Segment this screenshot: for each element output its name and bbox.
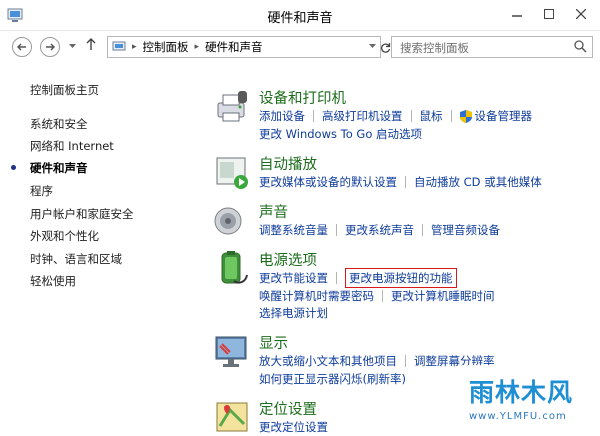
link-change-sleep-time[interactable]: 更改计算机睡眠时间 bbox=[391, 288, 495, 304]
refresh-icon bbox=[380, 42, 390, 53]
nav-appearance[interactable]: 外观和个性化 bbox=[30, 228, 99, 244]
battery-icon[interactable] bbox=[214, 251, 250, 287]
address-dropdown[interactable] bbox=[369, 42, 376, 51]
breadcrumb-control-panel[interactable]: 控制面板 bbox=[143, 39, 189, 55]
nav-programs[interactable]: 程序 bbox=[30, 183, 53, 199]
link-mouse[interactable]: 鼠标 bbox=[420, 108, 443, 124]
breadcrumb-separator: ▸ bbox=[194, 42, 200, 52]
section-title-power-options[interactable]: 电源选项 bbox=[259, 249, 317, 270]
speaker-icon[interactable] bbox=[214, 203, 250, 239]
section-title-autoplay[interactable]: 自动播放 bbox=[259, 153, 317, 174]
link-separator bbox=[422, 224, 423, 236]
link-separator bbox=[382, 290, 383, 302]
link-change-system-sounds[interactable]: 更改系统声音 bbox=[345, 222, 414, 238]
link-change-media-defaults[interactable]: 更改媒体或设备的默认设置 bbox=[259, 174, 397, 190]
link-advanced-printer-settings[interactable]: 高级打印机设置 bbox=[322, 108, 403, 124]
search-box[interactable] bbox=[391, 36, 593, 58]
arrow-left-icon bbox=[17, 43, 26, 51]
monitor-icon[interactable] bbox=[214, 334, 250, 370]
nav-user-accounts[interactable]: 用户帐户和家庭安全 bbox=[30, 206, 134, 222]
link-change-location-settings[interactable]: 更改定位设置 bbox=[259, 419, 328, 435]
back-button[interactable] bbox=[12, 37, 32, 57]
nav-network-internet[interactable]: 网络和 Internet bbox=[30, 138, 114, 154]
link-autoplay-cd[interactable]: 自动播放 CD 或其他媒体 bbox=[414, 174, 542, 190]
search-icon bbox=[574, 40, 587, 53]
breadcrumb-separator: ▸ bbox=[132, 42, 137, 52]
forward-button[interactable] bbox=[40, 37, 60, 57]
maximize-button[interactable] bbox=[534, 3, 564, 25]
link-separator bbox=[336, 272, 337, 284]
nav-clock-language-region[interactable]: 时钟、语言和区域 bbox=[30, 251, 122, 267]
nav-ease-of-access[interactable]: 轻松使用 bbox=[30, 273, 76, 289]
link-adjust-volume[interactable]: 调整系统音量 bbox=[259, 222, 328, 238]
section-title-devices-printers[interactable]: 设备和打印机 bbox=[259, 87, 346, 108]
active-indicator bbox=[11, 165, 16, 170]
minimize-button[interactable] bbox=[502, 3, 532, 25]
arrow-right-icon bbox=[46, 43, 55, 51]
title-bar: 硬件和声音 bbox=[0, 0, 600, 31]
close-button[interactable] bbox=[566, 3, 596, 25]
chevron-down-icon bbox=[69, 44, 76, 48]
breadcrumb-hardware-sound[interactable]: 硬件和声音 bbox=[205, 39, 263, 55]
link-separator bbox=[410, 110, 412, 122]
link-separator bbox=[405, 176, 406, 188]
minimize-icon bbox=[512, 15, 522, 17]
link-add-device[interactable]: 添加设备 bbox=[259, 108, 305, 124]
link-separator bbox=[336, 224, 337, 236]
address-bar[interactable]: ▸ 控制面板 ▸ 硬件和声音 bbox=[107, 36, 381, 58]
watermark-brand: 雨林木风 bbox=[469, 378, 574, 407]
close-icon bbox=[576, 9, 586, 19]
link-choose-power-plan[interactable]: 选择电源计划 bbox=[259, 305, 328, 321]
maximize-icon bbox=[544, 9, 554, 19]
watermark-url: www.YLMFU.com bbox=[469, 411, 567, 422]
recent-locations-dropdown[interactable] bbox=[69, 42, 76, 51]
section-title-location-settings[interactable]: 定位设置 bbox=[259, 398, 317, 419]
link-separator bbox=[313, 110, 314, 122]
search-input[interactable] bbox=[398, 38, 572, 58]
link-device-manager[interactable]: 设备管理器 bbox=[475, 108, 533, 124]
link-resize-text[interactable]: 放大或缩小文本和其他项目 bbox=[259, 353, 397, 369]
link-manage-audio-devices[interactable]: 管理音频设备 bbox=[431, 222, 500, 238]
link-change-power-saving[interactable]: 更改节能设置 bbox=[259, 270, 328, 286]
site-watermark: 雨林木风 www.YLMFU.com bbox=[459, 365, 600, 436]
section-title-display[interactable]: 显示 bbox=[259, 332, 288, 353]
nav-hardware-sound[interactable]: 硬件和声音 bbox=[30, 160, 88, 176]
section-title-sound[interactable]: 声音 bbox=[259, 201, 288, 222]
link-windows-to-go[interactable]: 更改 Windows To Go 启动选项 bbox=[259, 126, 422, 142]
link-change-power-button[interactable]: 更改电源按钮的功能 bbox=[345, 268, 457, 288]
autoplay-icon[interactable] bbox=[214, 155, 250, 191]
control-panel-small-icon bbox=[112, 41, 126, 51]
printer-icon[interactable] bbox=[214, 89, 250, 125]
nav-control-panel-home[interactable]: 控制面板主页 bbox=[30, 82, 99, 98]
uac-shield-icon bbox=[459, 109, 472, 123]
link-fix-flicker[interactable]: 如何更正显示器闪烁(刷新率) bbox=[259, 371, 406, 387]
up-button[interactable] bbox=[86, 38, 96, 54]
navigation-bar: ▸ 控制面板 ▸ 硬件和声音 bbox=[0, 31, 600, 65]
arrow-up-icon bbox=[86, 38, 96, 50]
link-require-password-wakeup[interactable]: 唤醒计算机时需要密码 bbox=[259, 288, 374, 304]
refresh-button[interactable] bbox=[379, 36, 391, 58]
location-icon[interactable] bbox=[214, 400, 250, 436]
link-separator bbox=[405, 355, 406, 367]
chevron-down-icon bbox=[369, 44, 376, 48]
link-separator bbox=[450, 110, 452, 122]
nav-system-security[interactable]: 系统和安全 bbox=[30, 116, 88, 132]
